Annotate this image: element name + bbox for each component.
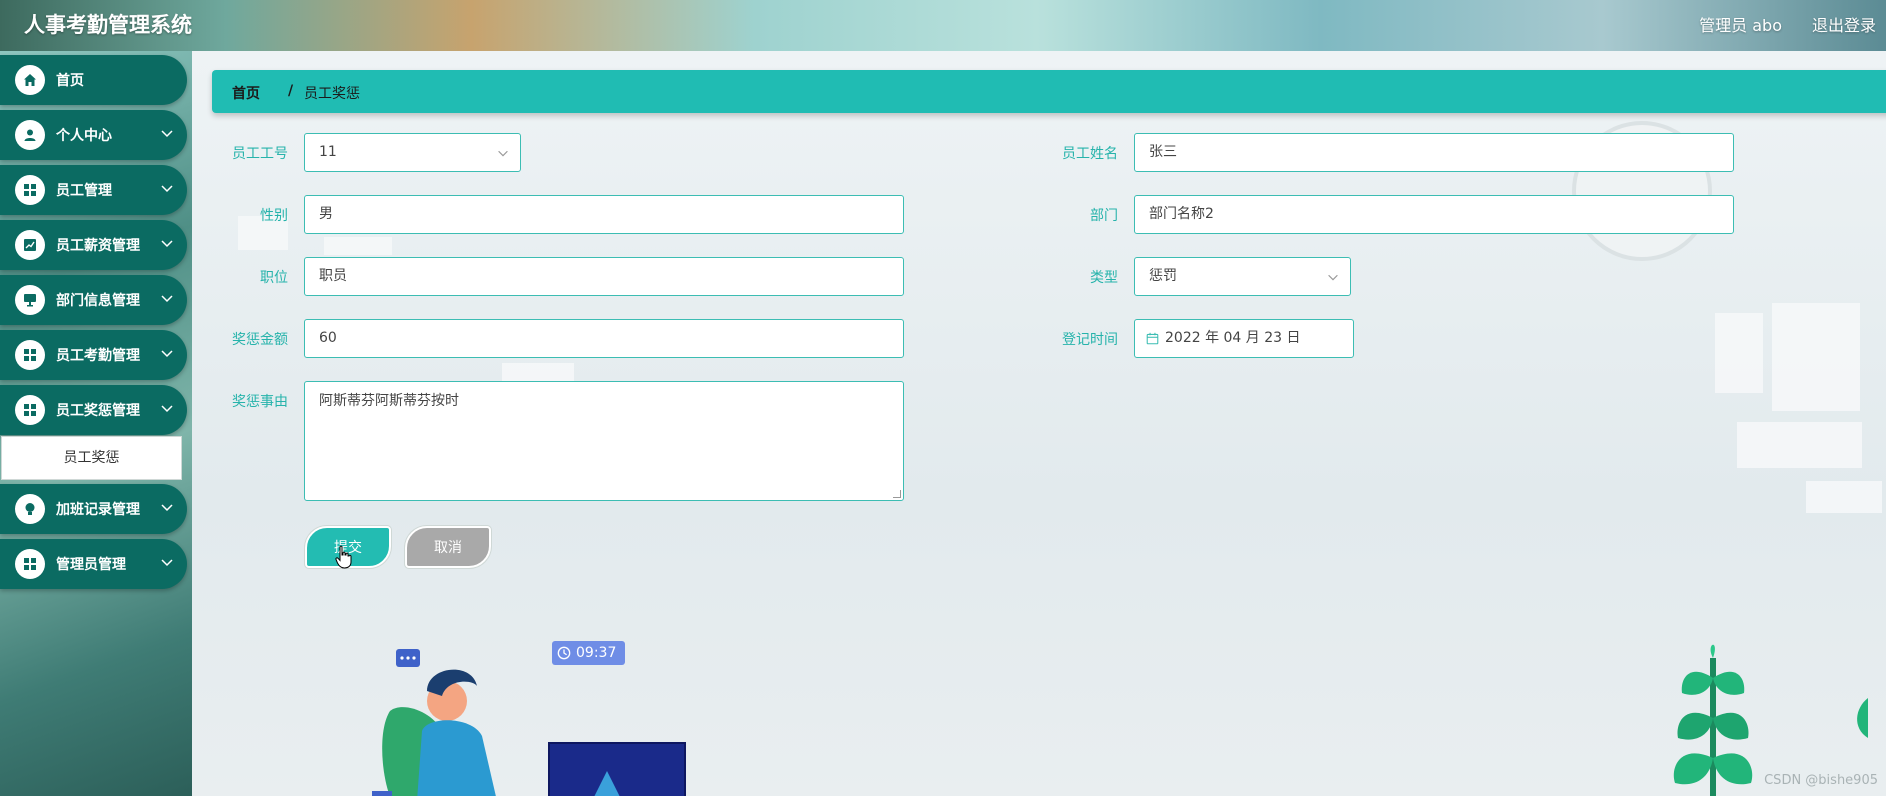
date-picker[interactable]: 2022 年 04 月 23 日 (1134, 319, 1354, 358)
logout-link[interactable]: 退出登录 (1812, 12, 1876, 36)
clock-icon (557, 646, 571, 660)
sidebar-item-salary[interactable]: 员工薪资管理 (0, 220, 187, 270)
grid-icon (15, 175, 45, 205)
grid-icon (15, 340, 45, 370)
reason-textarea[interactable]: 阿斯蒂芬阿斯蒂芬按时 (304, 381, 904, 501)
chevron-down-icon (161, 185, 173, 193)
sidebar-item-label: 部门信息管理 (56, 293, 140, 309)
dept-label: 部门 (1090, 208, 1118, 224)
emp-no-select[interactable]: 11 (304, 133, 521, 172)
sidebar-item-label: 加班记录管理 (56, 502, 140, 518)
date-value: 2022 年 04 月 23 日 (1165, 330, 1301, 346)
chevron-down-icon (161, 504, 173, 512)
chevron-down-icon (161, 130, 173, 138)
sidebar-item-employees[interactable]: 员工管理 (0, 165, 187, 215)
sidebar-item-overtime[interactable]: 加班记录管理 (0, 484, 187, 534)
hand-cursor-icon (335, 545, 352, 569)
monitor-icon (15, 285, 45, 315)
chevron-down-icon (161, 559, 173, 567)
breadcrumb-current: 员工奖惩 (304, 86, 360, 102)
sidebar-subitem-rewards-penalties[interactable]: 员工奖惩 (1, 436, 182, 480)
clock-time: 09:37 (576, 645, 617, 661)
sidebar-item-label: 员工管理 (56, 183, 112, 199)
emp-name-label: 员工姓名 (1062, 146, 1118, 162)
person-icon (15, 120, 45, 150)
decoration-block (1737, 422, 1862, 468)
sidebar-item-label: 首页 (56, 73, 84, 89)
cancel-button[interactable]: 取消 (405, 526, 491, 568)
calendar-icon (1146, 332, 1159, 345)
breadcrumb: 首页 / 员工奖惩 (212, 70, 1886, 113)
sidebar-item-label: 管理员管理 (56, 557, 126, 573)
sidebar-item-attendance[interactable]: 员工考勤管理 (0, 330, 187, 380)
clock-badge: 09:37 (552, 641, 625, 665)
app-title: 人事考勤管理系统 (24, 13, 192, 37)
type-label: 类型 (1090, 270, 1118, 286)
position-label: 职位 (260, 270, 288, 286)
decoration-block (324, 237, 392, 255)
chevron-down-icon (161, 350, 173, 358)
sidebar-item-home[interactable]: 首页 (0, 55, 187, 105)
grid-icon (15, 395, 45, 425)
home-icon (15, 65, 45, 95)
type-select[interactable]: 惩罚 (1134, 257, 1351, 296)
emp-no-value: 11 (319, 144, 337, 160)
sidebar-item-label: 个人中心 (56, 128, 112, 144)
sidebar-item-label: 员工薪资管理 (56, 238, 140, 254)
position-field[interactable]: 职员 (304, 257, 904, 296)
chevron-down-icon (498, 150, 508, 157)
bulb-icon (15, 494, 45, 524)
resize-handle-icon[interactable] (893, 490, 901, 498)
date-label: 登记时间 (1062, 332, 1118, 348)
chevron-down-icon (161, 240, 173, 248)
amount-label: 奖惩金额 (232, 332, 288, 348)
sidebar-item-personal-center[interactable]: 个人中心 (0, 110, 187, 160)
reason-value: 阿斯蒂芬阿斯蒂芬按时 (319, 393, 459, 409)
sidebar-item-rewards-penalties[interactable]: 员工奖惩管理 (0, 385, 187, 435)
emp-name-field[interactable]: 张三 (1134, 133, 1734, 172)
breadcrumb-separator: / (288, 83, 294, 99)
chevron-down-icon (161, 405, 173, 413)
gender-field[interactable]: 男 (304, 195, 904, 234)
watermark: CSDN @bishe905 (1764, 773, 1878, 788)
main-content: 首页 / 员工奖惩 员工工号 11 员工姓名 张三 性别 男 部门 部门名称2 … (192, 51, 1886, 796)
sidebar-item-department[interactable]: 部门信息管理 (0, 275, 187, 325)
sidebar-item-admins[interactable]: 管理员管理 (0, 539, 187, 589)
chart-icon (15, 230, 45, 260)
reason-label: 奖惩事由 (232, 394, 288, 410)
gender-label: 性别 (260, 208, 288, 224)
decoration-block (1806, 481, 1882, 513)
sidebar-item-label: 员工考勤管理 (56, 348, 140, 364)
decoration-block (1715, 313, 1763, 393)
dept-field[interactable]: 部门名称2 (1134, 195, 1734, 234)
top-bar: 人事考勤管理系统 管理员 abo 退出登录 (0, 0, 1886, 51)
decoration-block (1772, 303, 1860, 411)
sidebar: 首页 个人中心 员工管理 员工薪资管理 部门信息管理 员工考勤管理 员工奖惩管理… (0, 51, 192, 796)
grid-icon (15, 549, 45, 579)
chevron-down-icon (161, 295, 173, 303)
type-value: 惩罚 (1149, 268, 1177, 284)
amount-field[interactable]: 60 (304, 319, 904, 358)
chevron-down-icon (1328, 274, 1338, 281)
current-user: 管理员 abo (1699, 16, 1782, 35)
breadcrumb-home[interactable]: 首页 (232, 83, 260, 103)
sidebar-item-label: 员工奖惩管理 (56, 403, 140, 419)
emp-no-label: 员工工号 (232, 146, 288, 162)
